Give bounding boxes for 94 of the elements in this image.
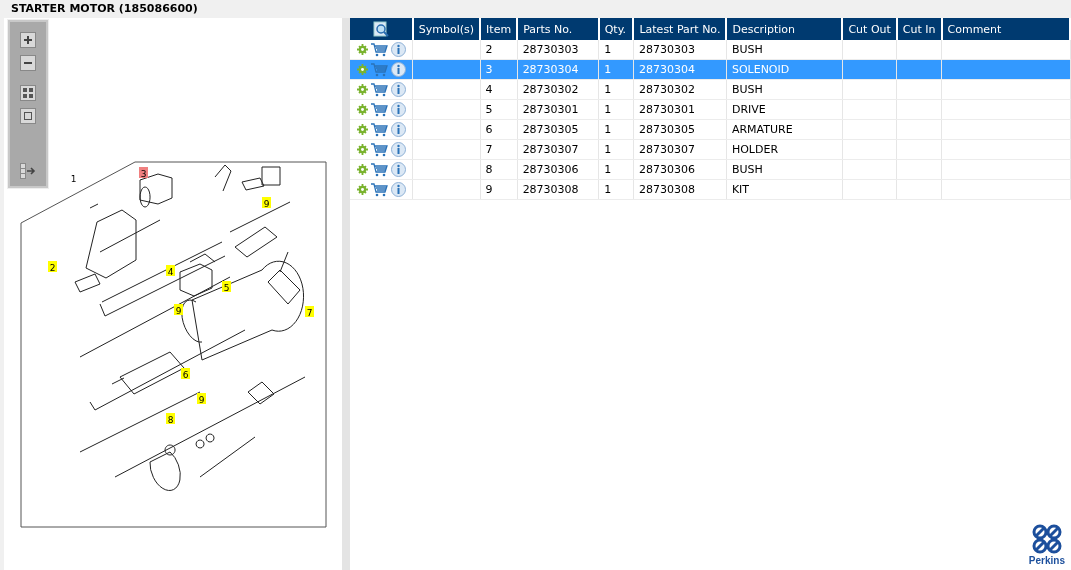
fit-view-button[interactable] [20,85,36,102]
callout-label[interactable]: 1 [70,173,77,184]
gear-icon[interactable] [357,184,368,195]
table-cell: 28730307 [517,139,599,160]
table-cell: 1 [598,179,634,200]
cart-icon[interactable] [371,162,388,177]
table-cell: DRIVE [726,99,843,120]
gear-icon[interactable] [357,124,368,135]
table-row[interactable]: 5 28730301 1 28730301 DRIVE [350,99,1070,120]
expand-panel-button[interactable] [20,163,36,179]
table-cell: 1 [598,119,634,140]
info-icon[interactable] [391,82,406,97]
table-cell: 4 [480,79,518,100]
column-header[interactable]: Cut Out [842,18,897,40]
info-icon[interactable] [391,122,406,137]
logo-icon [1030,523,1063,555]
gear-icon[interactable] [357,164,368,175]
table-cell: 28730302 [633,79,727,100]
table-cell: 2 [480,40,518,60]
gear-icon[interactable] [357,84,368,95]
cart-icon[interactable] [371,102,388,117]
table-cell: 28730308 [633,179,727,200]
table-cell: 28730303 [633,40,727,60]
callout-label[interactable]: 7 [305,306,314,318]
table-cell: 28730301 [633,99,727,120]
cart-icon[interactable] [371,82,388,97]
table-cell: 28730307 [633,139,727,160]
actual-size-button[interactable] [20,108,36,125]
gear-icon[interactable] [357,144,368,155]
column-header[interactable]: Cut In [896,18,942,40]
info-icon[interactable] [391,102,406,117]
column-header[interactable]: Symbol(s) [412,18,481,40]
gear-icon[interactable] [357,64,368,75]
table-cell: 1 [598,139,634,160]
cart-icon[interactable] [371,182,388,197]
column-header[interactable]: Item [480,18,518,40]
callout-label[interactable]: 9 [197,393,206,405]
table-cell: 7 [480,139,518,160]
column-header[interactable]: Comment [941,18,1070,40]
table-row[interactable]: 8 28730306 1 28730306 BUSH [350,159,1070,180]
gear-icon[interactable] [357,44,368,55]
info-icon[interactable] [391,182,406,197]
table-cell: 28730306 [517,159,599,180]
window-title: STARTER MOTOR (185086600) [10,1,199,17]
column-header[interactable]: Qty. [598,18,634,40]
table-row[interactable]: 4 28730302 1 28730302 BUSH [350,79,1070,100]
table-cell: BUSH [726,79,843,100]
gear-icon[interactable] [357,104,368,115]
table-row[interactable]: 7 28730307 1 28730307 HOLDER [350,139,1070,160]
callout-label[interactable]: 2 [48,261,57,273]
table-cell: 1 [598,159,634,180]
table-cell: KIT [726,179,843,200]
table-cell: ARMATURE [726,119,843,140]
table-cell: BUSH [726,40,843,60]
callout-label[interactable]: 5 [222,281,231,293]
table-cell: BUSH [726,159,843,180]
callout-label[interactable]: 4 [166,265,175,277]
info-icon[interactable] [391,62,406,77]
column-header[interactable]: Parts No. [517,18,599,40]
search-view-icon[interactable] [372,21,389,37]
table-row[interactable]: 6 28730305 1 28730305 ARMATURE [350,119,1070,140]
callout-label[interactable]: 6 [181,368,190,380]
table-cell: 28730306 [633,159,727,180]
column-header[interactable]: Latest Part No. [633,18,727,40]
table-cell: 28730308 [517,179,599,200]
logo-text: Perkins [1028,555,1065,566]
callout-label[interactable]: 8 [166,413,175,425]
info-icon[interactable] [391,142,406,157]
table-cell: 1 [598,99,634,120]
table-cell: 28730305 [517,119,599,140]
cart-icon[interactable] [371,122,388,137]
table-cell: 28730303 [517,40,599,60]
table-cell: HOLDER [726,139,843,160]
zoom-out-button[interactable] [20,55,36,71]
table-cell: 5 [480,99,518,120]
info-icon[interactable] [391,162,406,177]
callout-label[interactable]: 9 [174,304,183,316]
table-cell: 1 [598,40,634,60]
cart-icon[interactable] [371,142,388,157]
column-header[interactable]: Description [726,18,843,40]
callout-label[interactable]: 3 [139,167,148,179]
table-cell: 9 [480,179,518,200]
table-cell: 6 [480,119,518,140]
cart-icon[interactable] [371,42,388,57]
info-icon[interactable] [391,42,406,57]
table-cell: 28730301 [517,99,599,120]
callout-label[interactable]: 9 [262,197,271,209]
table-cell: 8 [480,159,518,180]
zoom-in-button[interactable] [20,32,36,48]
table-row[interactable]: 2 28730303 1 28730303 BUSH [350,40,1070,60]
table-cell: 28730305 [633,119,727,140]
table-row[interactable]: 9 28730308 1 28730308 KIT [350,179,1070,200]
table-cell: 1 [598,79,634,100]
table-cell: 28730302 [517,79,599,100]
